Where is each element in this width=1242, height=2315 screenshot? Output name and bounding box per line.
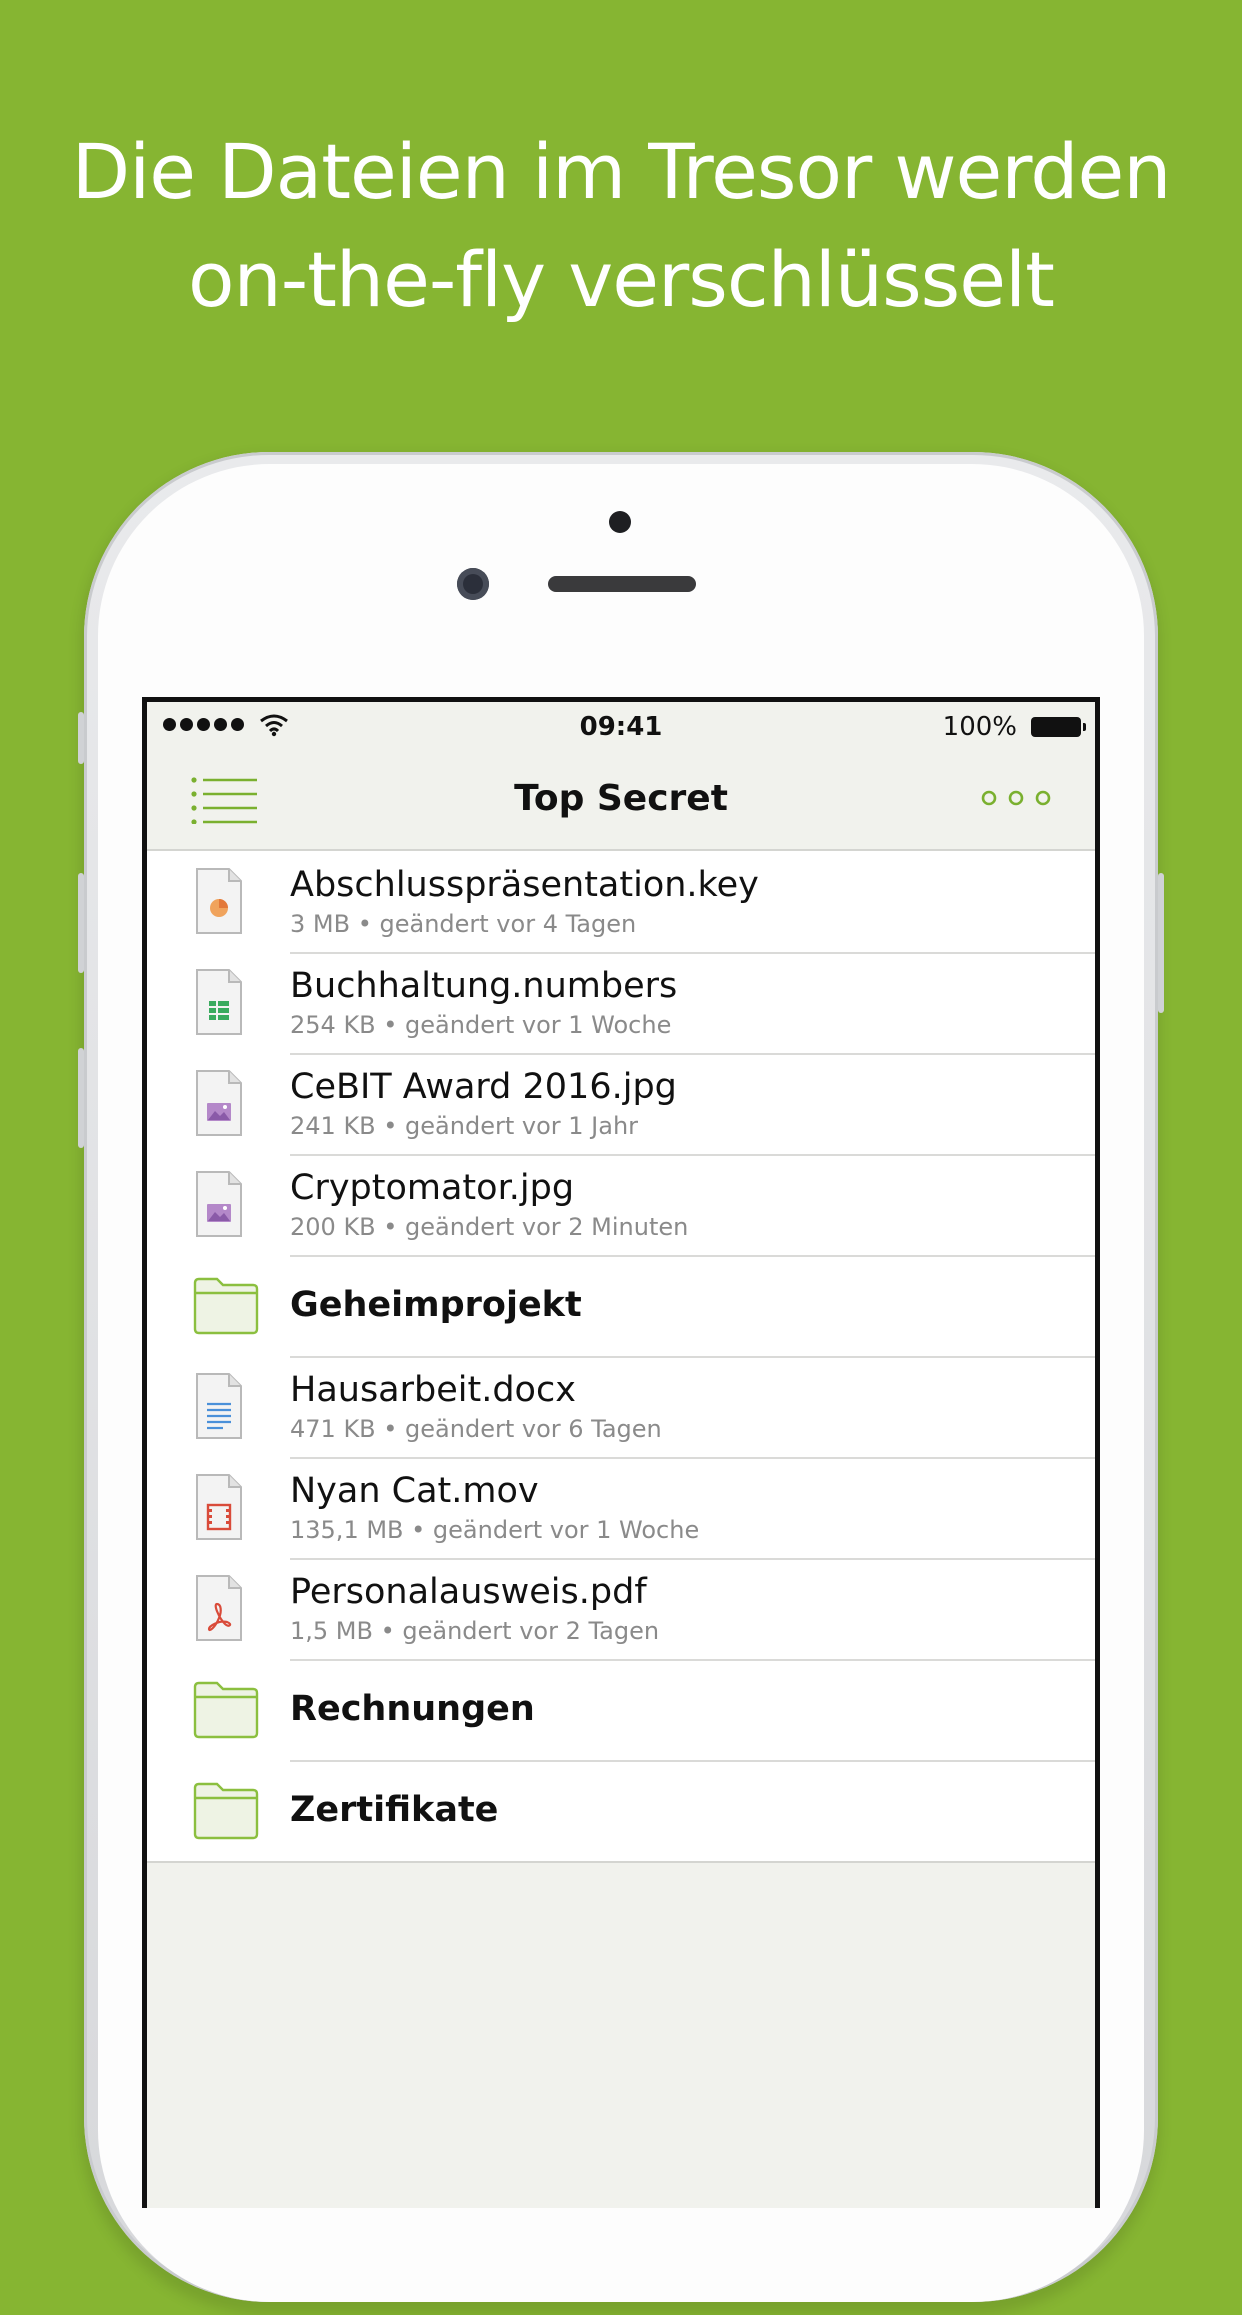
- file-name: Personalausweis.pdf: [290, 1572, 647, 1612]
- file-meta: 200 KB • geändert vor 2 Minuten: [290, 1213, 689, 1241]
- folder-name: Zertifikate: [290, 1790, 499, 1830]
- file-row[interactable]: Personalausweis.pdf 1,5 MB • geändert vor…: [147, 1558, 1095, 1659]
- earpiece-speaker: [548, 576, 696, 592]
- file-row[interactable]: Nyan Cat.mov 135,1 MB • geändert vor 1 Wo…: [147, 1457, 1095, 1558]
- battery-percentage: 100%: [942, 712, 1017, 742]
- spreadsheet-file-icon: [196, 969, 242, 1035]
- presentation-file-icon: [196, 868, 242, 934]
- navigation-title: Top Secret: [514, 778, 728, 819]
- file-name: Abschlusspräsentation.key: [290, 865, 759, 905]
- folder-icon: [193, 1681, 259, 1739]
- image-file-icon: [196, 1070, 242, 1136]
- folder-icon: [193, 1277, 259, 1335]
- navigation-bar: Top Secret: [147, 750, 1095, 851]
- file-name: Buchhaltung.numbers: [290, 966, 678, 1006]
- list-icon: [191, 777, 257, 824]
- folder-name: Geheimprojekt: [290, 1285, 582, 1325]
- folder-row[interactable]: Geheimprojekt: [147, 1255, 1095, 1356]
- marketing-headline: Die Dateien im Tresor werden on-the-fly …: [0, 118, 1242, 334]
- file-name: Nyan Cat.mov: [290, 1471, 539, 1511]
- pdf-file-icon: [196, 1575, 242, 1641]
- file-row[interactable]: Cryptomator.jpg 200 KB • geändert vor 2 M…: [147, 1154, 1095, 1255]
- file-meta: 3 MB • geändert vor 4 Tagen: [290, 910, 637, 938]
- mute-switch: [78, 712, 84, 764]
- power-button: [1158, 873, 1164, 1013]
- file-row[interactable]: Abschlusspräsentation.key 3 MB • geändert…: [147, 851, 1095, 952]
- file-name: Cryptomator.jpg: [290, 1168, 575, 1208]
- headline-line-1: Die Dateien im Tresor werden: [71, 127, 1172, 216]
- video-file-icon: [196, 1474, 242, 1540]
- file-meta: 135,1 MB • geändert vor 1 Woche: [290, 1516, 700, 1544]
- image-file-icon: [196, 1171, 242, 1237]
- volume-up-button: [78, 873, 84, 973]
- folder-icon: [193, 1782, 259, 1840]
- file-row[interactable]: Hausarbeit.docx 471 KB • geändert vor 6 T…: [147, 1356, 1095, 1457]
- file-list: Abschlusspräsentation.key 3 MB • geändert…: [147, 851, 1095, 1863]
- file-name: Hausarbeit.docx: [290, 1370, 576, 1410]
- folder-name: Rechnungen: [290, 1689, 535, 1729]
- battery-icon: [1031, 717, 1086, 737]
- file-row[interactable]: Buchhaltung.numbers 254 KB • geändert vor…: [147, 952, 1095, 1053]
- file-meta: 471 KB • geändert vor 6 Tagen: [290, 1415, 662, 1443]
- status-bar: 09:41 100%: [147, 702, 1095, 750]
- list-menu-button[interactable]: [191, 776, 257, 824]
- ellipsis-icon: [981, 790, 1051, 806]
- file-meta: 254 KB • geändert vor 1 Woche: [290, 1011, 672, 1039]
- phone-screen: 09:41 100% Top Secret Abschlusspräsentat…: [142, 697, 1100, 2208]
- volume-down-button: [78, 1048, 84, 1148]
- file-meta: 241 KB • geändert vor 1 Jahr: [290, 1112, 639, 1140]
- more-options-button[interactable]: [981, 786, 1051, 810]
- headline-line-2: on-the-fly verschlüsselt: [188, 235, 1055, 324]
- text-file-icon: [196, 1373, 242, 1439]
- proximity-sensor: [609, 511, 631, 533]
- front-camera: [457, 568, 489, 600]
- file-name: CeBIT Award 2016.jpg: [290, 1067, 677, 1107]
- folder-row[interactable]: Rechnungen: [147, 1659, 1095, 1760]
- app-screen: 09:41 100% Top Secret Abschlusspräsentat…: [147, 702, 1095, 2208]
- file-row[interactable]: CeBIT Award 2016.jpg 241 KB • geändert vo…: [147, 1053, 1095, 1154]
- file-meta: 1,5 MB • geändert vor 2 Tagen: [290, 1617, 660, 1645]
- folder-row[interactable]: Zertifikate: [147, 1760, 1095, 1861]
